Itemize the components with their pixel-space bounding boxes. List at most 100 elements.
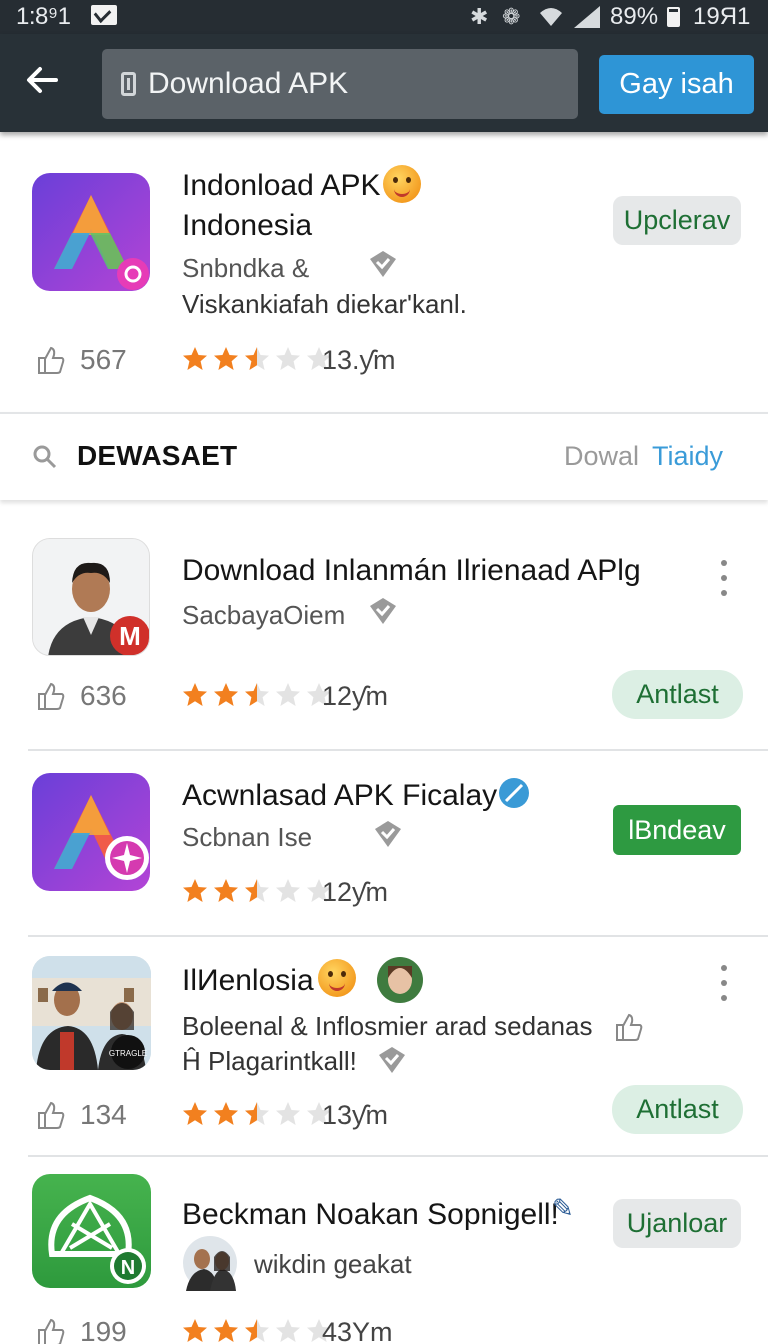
app-bar: Gay isah xyxy=(0,34,768,132)
app-developer: Scbnan Ise xyxy=(182,822,313,852)
star-icon xyxy=(276,1319,300,1342)
thumbs-up-icon xyxy=(38,682,65,710)
thumbs-up-icon xyxy=(38,1101,65,1129)
app-icon xyxy=(32,173,150,291)
list-item[interactable]: GTRAGLE IlИenlosia Boleenal & Inflosmier… xyxy=(0,937,768,1155)
mail-notification-icon xyxy=(91,5,117,25)
app-description: Viskankiafah diekarʹkanl. xyxy=(182,289,467,319)
star-icon xyxy=(183,347,207,370)
svg-text:M: M xyxy=(119,621,141,651)
wifi-icon xyxy=(540,8,562,26)
app-title: Indonload APK xyxy=(182,169,381,202)
status-clock-right: 19Я1 xyxy=(693,3,751,30)
star-icon xyxy=(183,879,207,902)
share-icon xyxy=(616,1013,643,1041)
like-count[interactable]: 567 xyxy=(36,344,127,376)
app-size: 12ƴm xyxy=(322,877,389,907)
star-icon xyxy=(214,1319,238,1342)
photo-caption: GTRAGLE xyxy=(109,1049,147,1058)
search-row[interactable]: DEWASAET Dowal Tiaidy xyxy=(0,412,768,500)
app-title: IlИenlosia xyxy=(182,964,314,997)
install-button[interactable]: Antlast xyxy=(612,1085,743,1134)
star-icon xyxy=(214,683,238,706)
user-avatar xyxy=(377,957,423,1003)
back-arrow-icon xyxy=(27,67,58,93)
signal-icon xyxy=(574,6,600,28)
search-query: DEWASAET xyxy=(77,440,238,471)
star-icon xyxy=(276,1102,300,1125)
rating-stars xyxy=(182,680,337,710)
smiley-emoji-icon xyxy=(318,959,356,997)
app-size: 12ƴm xyxy=(322,681,389,711)
rating-stars xyxy=(182,1316,337,1344)
download-label[interactable]: Dowal xyxy=(564,441,639,472)
verified-badge-icon xyxy=(370,598,396,624)
verified-badge-icon xyxy=(375,821,401,847)
app-size: 13.ƴm xyxy=(322,345,396,375)
app-developer: SacbayaOiem xyxy=(182,600,346,630)
star-icon xyxy=(214,1102,238,1125)
app-icon-photo: M xyxy=(32,538,150,656)
star-icon xyxy=(276,347,300,370)
thumbs-up-icon xyxy=(38,1318,65,1344)
like-count[interactable]: 134 xyxy=(36,1099,127,1131)
star-icon xyxy=(183,683,207,706)
app-developer: wikdin geakat xyxy=(254,1249,412,1279)
pin-icon: ✎ xyxy=(552,1193,574,1223)
app-description-line2: Ĥ Plagarintkall! xyxy=(182,1046,357,1076)
install-button[interactable]: Antlast xyxy=(612,670,743,719)
rating-stars xyxy=(182,344,337,374)
star-icon xyxy=(214,879,238,902)
list-item[interactable]: M Download Inlanmán Ilrienaad APlg Sacba… xyxy=(0,500,768,750)
star-icon xyxy=(183,1102,207,1125)
apk-file-icon xyxy=(121,72,136,96)
blue-leaf-icon xyxy=(499,778,529,808)
app-description: Boleenal & Inflosmier arad sedanas xyxy=(182,1011,593,1041)
more-options-icon[interactable] xyxy=(714,560,734,596)
search-field[interactable] xyxy=(102,49,578,119)
search-icon xyxy=(33,445,57,469)
search-input[interactable] xyxy=(148,59,568,109)
rating-stars xyxy=(182,1099,337,1129)
star-icon xyxy=(183,1319,207,1342)
verified-badge-icon xyxy=(379,1047,405,1073)
list-item[interactable]: Indonload APK Indonesia Snbndka & Viskan… xyxy=(0,132,768,412)
back-button[interactable] xyxy=(24,62,68,106)
star-icon xyxy=(245,1319,269,1342)
app-title: Download Inlanmán Ilrienaad APlg xyxy=(182,554,641,587)
rating-stars xyxy=(182,876,337,906)
update-button[interactable]: Upclerav xyxy=(613,196,741,245)
list-item[interactable]: Acwnlasad APK Ficalay Scbnan Ise 12ƴm lB… xyxy=(0,751,768,936)
app-size: 43Ym xyxy=(322,1317,393,1344)
like-count-value: 567 xyxy=(80,344,127,375)
app-title: Beckman Noakan Sopnigell! xyxy=(182,1198,559,1231)
bluetooth-icon: ✱ xyxy=(470,4,489,29)
app-icon: N xyxy=(32,1174,151,1288)
go-button[interactable]: Gay isah xyxy=(599,55,754,114)
app-title-line2: Indonesia xyxy=(182,209,313,242)
like-count-value: 134 xyxy=(80,1099,127,1130)
more-options-icon[interactable] xyxy=(714,965,734,1001)
app-icon-photo: GTRAGLE xyxy=(32,956,151,1070)
today-link[interactable]: Tiaidy xyxy=(652,441,723,472)
list-item[interactable]: N Beckman Noakan Sopnigell! ✎ wikdin gea… xyxy=(0,1157,768,1344)
star-icon xyxy=(276,879,300,902)
app-icon xyxy=(32,773,150,891)
smiley-emoji-icon xyxy=(383,165,421,203)
star-icon xyxy=(276,683,300,706)
update-button[interactable]: Ujanloar xyxy=(613,1199,741,1248)
thumbs-up-icon xyxy=(38,346,65,374)
update-button[interactable]: lBndeav xyxy=(613,805,741,855)
star-icon xyxy=(245,683,269,706)
vibrate-icon: ❁ xyxy=(502,4,521,29)
star-icon xyxy=(245,879,269,902)
verified-badge-icon xyxy=(370,251,396,277)
like-count[interactable]: 636 xyxy=(36,680,127,712)
star-icon xyxy=(214,347,238,370)
star-icon xyxy=(245,347,269,370)
status-bar: 1:8⁹1 ✱ ❁ 89% 19Я1 xyxy=(0,0,768,34)
app-badge-letter: N xyxy=(121,1257,135,1279)
developer-avatar xyxy=(183,1236,237,1291)
like-count[interactable]: 199 xyxy=(36,1316,127,1344)
star-icon xyxy=(245,1102,269,1125)
